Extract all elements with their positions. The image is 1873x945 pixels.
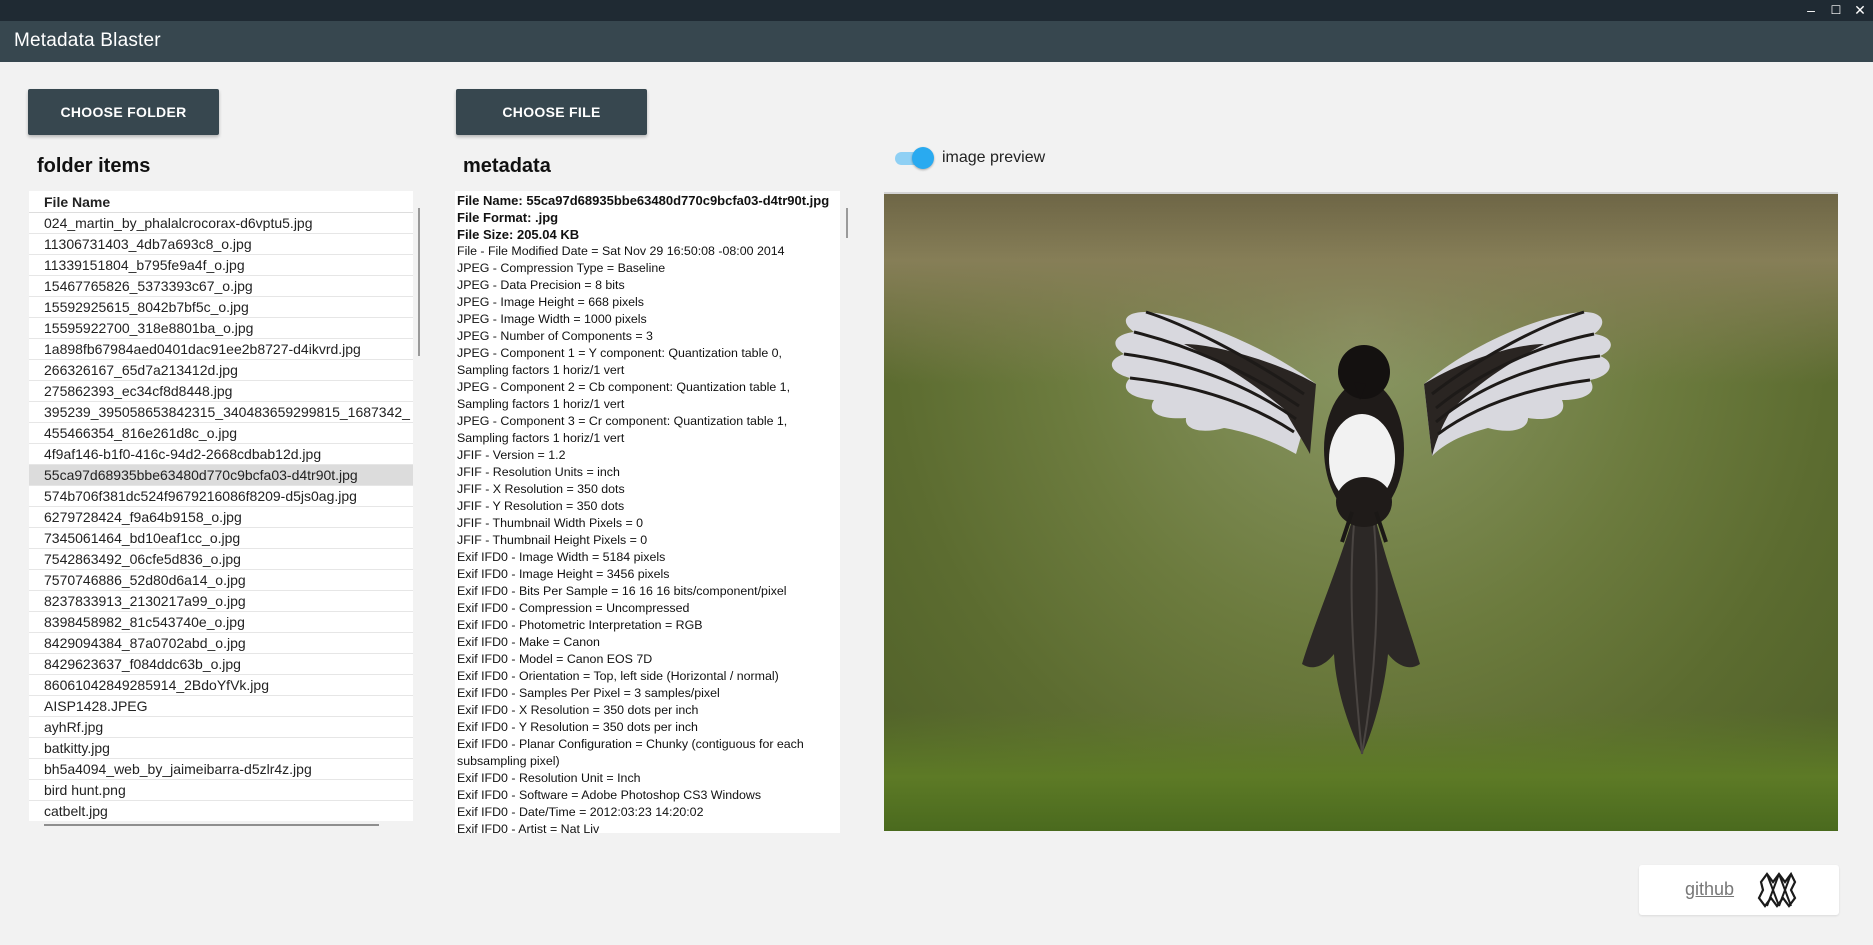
folder-list-vertical-scrollbar[interactable] (418, 208, 420, 356)
image-preview-label: image preview (942, 149, 1046, 166)
metadata-line: File - File Modified Date = Sat Nov 29 1… (457, 244, 785, 258)
metadata-line: Exif IFD0 - Artist = Nat Liv (457, 822, 600, 833)
metadata-line: JFIF - Y Resolution = 350 dots (457, 499, 625, 513)
metadata-line: Exif IFD0 - Orientation = Top, left side… (457, 669, 779, 683)
folder-item-row[interactable]: AISP1428.JPEG (29, 696, 413, 717)
maximize-icon[interactable]: ☐ (1826, 1, 1846, 19)
folder-item-row[interactable]: 55ca97d68935bbe63480d770c9bcfa03-d4tr90t… (29, 465, 413, 486)
folder-item-row[interactable]: 395239_395058653842315_340483659299815_1… (29, 402, 413, 423)
os-title-bar: – ☐ ✕ (0, 0, 1873, 21)
metadata-lines: File - File Modified Date = Sat Nov 29 1… (457, 243, 840, 833)
metadata-line: JFIF - X Resolution = 350 dots (457, 482, 625, 496)
folder-item-row[interactable]: 275862393_ec34cf8d8448.jpg (29, 381, 413, 402)
folder-item-row[interactable]: 6279728424_f9a64b9158_o.jpg (29, 507, 413, 528)
metadata-vertical-scrollbar[interactable] (846, 208, 848, 238)
folder-item-row[interactable]: 574b706f381dc524f9679216086f8209-d5js0ag… (29, 486, 413, 507)
folder-list-horizontal-scrollbar[interactable] (44, 824, 379, 826)
folder-item-row[interactable]: batkitty.jpg (29, 738, 413, 759)
metadata-line: Exif IFD0 - Image Height = 3456 pixels (457, 567, 670, 581)
folder-items-table[interactable]: File Name 024_martin_by_phalalcrocorax-d… (29, 191, 413, 821)
metadata-line: JPEG - Component 3 = Cr component: Quant… (457, 414, 788, 445)
github-link[interactable]: github (1685, 879, 1734, 900)
folder-item-row[interactable]: 1a898fb67984aed0401dac91ee2b8727-d4ikvrd… (29, 339, 413, 360)
metadata-line: Exif IFD0 - X Resolution = 350 dots per … (457, 703, 699, 717)
folder-item-row[interactable]: 15595922700_318e8801ba_o.jpg (29, 318, 413, 339)
folder-item-row[interactable]: ayhRf.jpg (29, 717, 413, 738)
file-name-column-header[interactable]: File Name (29, 191, 413, 213)
metadata-line: JPEG - Data Precision = 8 bits (457, 278, 625, 292)
metadata-line: JPEG - Image Width = 1000 pixels (457, 312, 647, 326)
metadata-line: JPEG - Compression Type = Baseline (457, 261, 666, 275)
metadata-line: JFIF - Version = 1.2 (457, 448, 566, 462)
folder-item-row[interactable]: 8429094384_87a0702abd_o.jpg (29, 633, 413, 654)
metadata-line: Exif IFD0 - Model = Canon EOS 7D (457, 652, 653, 666)
metadata-summary-line: File Format: .jpg (457, 210, 559, 225)
folder-item-row[interactable]: bh5a4094_web_by_jaimeibarra-d5zlr4z.jpg (29, 759, 413, 780)
metadata-line: Exif IFD0 - Planar Configuration = Chunk… (457, 737, 804, 768)
folder-item-row[interactable]: 8237833913_2130217a99_o.jpg (29, 591, 413, 612)
metadata-line: JFIF - Thumbnail Height Pixels = 0 (457, 533, 648, 547)
app-bar: Metadata Blaster (0, 21, 1873, 62)
metadata-line: Exif IFD0 - Date/Time = 2012:03:23 14:20… (457, 805, 704, 819)
image-preview (884, 194, 1838, 831)
folder-item-row[interactable]: 7542863492_06cfe5d836_o.jpg (29, 549, 413, 570)
metadata-title: metadata (463, 155, 551, 177)
metadata-line: Exif IFD0 - Bits Per Sample = 16 16 16 b… (457, 584, 787, 598)
github-card[interactable]: github (1639, 865, 1839, 915)
folder-item-row[interactable]: 8398458982_81c543740e_o.jpg (29, 612, 413, 633)
metadata-panel: File Name: 55ca97d68935bbe63480d770c9bcf… (455, 191, 840, 833)
folder-item-row[interactable]: 7570746886_52d80d6a14_o.jpg (29, 570, 413, 591)
folder-item-row[interactable]: 15592925615_8042b7bf5c_o.jpg (29, 297, 413, 318)
folder-item-row[interactable]: 15467765826_5373393c67_o.jpg (29, 276, 413, 297)
folder-item-row[interactable]: 7345061464_bd10eaf1cc_o.jpg (29, 528, 413, 549)
folder-item-row[interactable]: 455466354_816e261d8c_o.jpg (29, 423, 413, 444)
minimize-icon[interactable]: – (1801, 1, 1821, 19)
metadata-line: Exif IFD0 - Make = Canon (457, 635, 600, 649)
metadata-line: JPEG - Image Height = 668 pixels (457, 295, 644, 309)
metadata-line: Exif IFD0 - Photometric Interpretation =… (457, 618, 703, 632)
mosaic-diamond-logo-icon[interactable] (1757, 872, 1797, 908)
metadata-summary-line: File Name: 55ca97d68935bbe63480d770c9bcf… (457, 193, 830, 208)
folder-items-title: folder items (37, 155, 151, 177)
metadata-line: JPEG - Number of Components = 3 (457, 329, 653, 343)
metadata-line: JFIF - Thumbnail Width Pixels = 0 (457, 516, 644, 530)
folder-items-list: 024_martin_by_phalalcrocorax-d6vptu5.jpg… (29, 213, 413, 821)
folder-item-row[interactable]: catbelt.jpg (29, 801, 413, 821)
folder-item-row[interactable]: 86061042849285914_2BdoYfVk.jpg (29, 675, 413, 696)
close-icon[interactable]: ✕ (1850, 1, 1870, 19)
metadata-line: Exif IFD0 - Y Resolution = 350 dots per … (457, 720, 698, 734)
metadata-summary-line: File Size: 205.04 KB (457, 227, 580, 242)
folder-item-row[interactable]: bird hunt.png (29, 780, 413, 801)
metadata-line: JPEG - Component 2 = Cb component: Quant… (457, 380, 791, 411)
folder-item-row[interactable]: 11306731403_4db7a693c8_o.jpg (29, 234, 413, 255)
app-title: Metadata Blaster (14, 30, 161, 51)
metadata-line: Exif IFD0 - Compression = Uncompressed (457, 601, 690, 615)
folder-item-row[interactable]: 8429623637_f084ddc63b_o.jpg (29, 654, 413, 675)
folder-item-row[interactable]: 266326167_65d7a213412d.jpg (29, 360, 413, 381)
metadata-line: JPEG - Component 1 = Y component: Quanti… (457, 346, 782, 377)
metadata-line: Exif IFD0 - Resolution Unit = Inch (457, 771, 641, 785)
metadata-line: JFIF - Resolution Units = inch (457, 465, 620, 479)
metadata-line: Exif IFD0 - Software = Adobe Photoshop C… (457, 788, 762, 802)
image-preview-toggle[interactable] (893, 147, 935, 169)
metadata-line: Exif IFD0 - Image Width = 5184 pixels (457, 550, 666, 564)
folder-item-row[interactable]: 024_martin_by_phalalcrocorax-d6vptu5.jpg (29, 213, 413, 234)
folder-item-row[interactable]: 4f9af146-b1f0-416c-94d2-2668cdbab12d.jpg (29, 444, 413, 465)
choose-file-button[interactable]: CHOOSE FILE (456, 89, 647, 135)
metadata-line: Exif IFD0 - Samples Per Pixel = 3 sample… (457, 686, 720, 700)
folder-item-row[interactable]: 11339151804_b795fe9a4f_o.jpg (29, 255, 413, 276)
choose-folder-button[interactable]: CHOOSE FOLDER (28, 89, 219, 135)
metadata-file-summary: File Name: 55ca97d68935bbe63480d770c9bcf… (457, 192, 840, 243)
toggle-knob (912, 147, 934, 169)
magpie-bird-image (1111, 310, 1611, 755)
